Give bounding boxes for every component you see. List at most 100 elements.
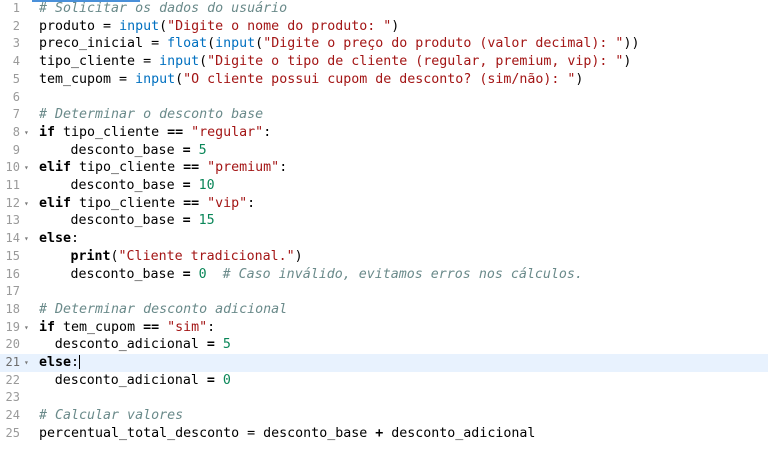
code-line[interactable]: 14 ▾ else: xyxy=(0,230,768,248)
token-plain: desconto_base xyxy=(70,266,183,282)
token-num: 5 xyxy=(222,337,231,353)
line-number: 22 xyxy=(5,372,20,387)
line-code[interactable]: # Calcular valores xyxy=(39,407,183,425)
line-number: 16 xyxy=(5,266,20,281)
line-number: 15 xyxy=(5,248,20,263)
code-line[interactable]: 21 ▾ else: xyxy=(0,354,768,372)
code-line[interactable]: 3 preco_inicial = float(input("Digite o p… xyxy=(0,35,768,53)
code-line[interactable]: 23 xyxy=(0,389,768,407)
token-plain: : xyxy=(207,319,216,335)
token-kw: if xyxy=(39,124,56,140)
token-comment: # Calcular valores xyxy=(39,408,184,424)
line-code[interactable]: desconto_base = 15 xyxy=(71,212,215,230)
code-line[interactable]: 8 ▾ if tipo_cliente == "regular": xyxy=(0,124,768,142)
line-code[interactable]: if tem_cupom == "sim": xyxy=(39,319,215,337)
line-code[interactable]: elif tipo_cliente == "premium": xyxy=(39,159,287,177)
line-number: 10 xyxy=(5,160,20,175)
token-kw: print xyxy=(70,248,111,264)
code-line[interactable]: 10 ▾ elif tipo_cliente == "premium": xyxy=(0,159,768,177)
line-code[interactable]: if tipo_cliente == "regular": xyxy=(39,124,271,142)
code-line[interactable]: 24 # Calcular valores xyxy=(0,407,768,425)
line-number: 23 xyxy=(5,390,20,405)
token-comment: # Determinar desconto adicional xyxy=(39,301,288,317)
line-code[interactable]: else: xyxy=(39,354,81,372)
line-code[interactable]: # Determinar o desconto base xyxy=(39,106,263,124)
code-line[interactable]: 19 ▾ if tem_cupom == "sim": xyxy=(0,319,768,337)
code-line[interactable]: 1 # Solicitar os dados do usuário xyxy=(0,0,768,18)
fold-toggle-icon[interactable]: ▾ xyxy=(24,230,29,248)
code-line[interactable]: 16 desconto_base = 0 # Caso inválido, evi… xyxy=(0,266,768,284)
code-line[interactable]: 17 xyxy=(0,283,768,301)
line-code[interactable]: # Determinar desconto adicional xyxy=(39,301,287,319)
token-kw: else xyxy=(39,355,72,370)
line-code[interactable]: desconto_adicional = 0 xyxy=(55,372,231,390)
token-kw: = xyxy=(182,142,191,158)
token-str: "Digite o preço do produto (valor decima… xyxy=(263,36,624,52)
line-code[interactable]: percentual_total_desconto = desconto_bas… xyxy=(39,425,535,443)
line-code[interactable]: desconto_base = 0 # Caso inválido, evita… xyxy=(71,266,583,284)
code-line[interactable]: 7 # Determinar o desconto base xyxy=(0,106,768,124)
code-line[interactable]: 25 percentual_total_desconto = desconto_b… xyxy=(0,425,768,443)
token-kw: elif xyxy=(39,195,72,211)
code-line[interactable]: 22 desconto_adicional = 0 xyxy=(0,372,768,390)
code-line[interactable]: 6 xyxy=(0,89,768,107)
token-plain: preco_inicial = xyxy=(39,36,168,52)
token-plain: : xyxy=(279,160,288,176)
token-str: "Digite o nome do produto: " xyxy=(167,18,392,34)
line-code[interactable]: desconto_base = 10 xyxy=(71,177,215,195)
token-plain: : xyxy=(71,231,80,247)
token-num: 0 xyxy=(222,372,231,388)
code-line[interactable]: 18 # Determinar desconto adicional xyxy=(0,301,768,319)
line-number: 20 xyxy=(5,337,20,352)
token-str: "sim" xyxy=(167,319,208,335)
fold-toggle-icon[interactable]: ▾ xyxy=(24,124,29,142)
line-code[interactable]: print("Cliente tradicional.") xyxy=(71,248,303,266)
code-line[interactable]: 15 print("Cliente tradicional.") xyxy=(0,248,768,266)
code-line[interactable]: 11 desconto_base = 10 xyxy=(0,177,768,195)
token-plain: ( xyxy=(255,36,264,52)
code-line[interactable]: 12 ▾ elif tipo_cliente == "vip": xyxy=(0,195,768,213)
token-num: 15 xyxy=(198,213,215,229)
token-plain: : xyxy=(247,195,256,211)
line-code[interactable]: else: xyxy=(39,230,79,248)
fold-toggle-icon[interactable]: ▾ xyxy=(24,354,29,372)
line-code[interactable]: elif tipo_cliente == "vip": xyxy=(39,195,255,213)
token-str: "Digite o tipo de cliente (regular, prem… xyxy=(207,54,624,70)
line-number: 19 xyxy=(5,319,20,334)
token-kw: == xyxy=(143,319,160,335)
token-plain: )) xyxy=(623,36,640,52)
code-line[interactable]: 13 desconto_base = 15 xyxy=(0,212,768,230)
token-plain: ( xyxy=(199,54,208,70)
line-code[interactable]: preco_inicial = float(input("Digite o pr… xyxy=(39,35,639,53)
token-plain: ) xyxy=(575,71,584,87)
line-code[interactable]: tipo_cliente = input("Digite o tipo de c… xyxy=(39,53,631,71)
line-number: 13 xyxy=(5,213,20,228)
line-code[interactable]: desconto_base = 5 xyxy=(71,142,207,160)
token-plain: desconto_adicional xyxy=(54,337,207,353)
line-code[interactable]: tem_cupom = input("O cliente possui cupo… xyxy=(39,71,583,89)
code-line[interactable]: 9 desconto_base = 5 xyxy=(0,142,768,160)
token-num: 10 xyxy=(198,178,215,193)
line-number: 11 xyxy=(5,178,20,192)
token-str: "O cliente possui cupom de desconto? (si… xyxy=(183,71,576,87)
code-editor[interactable]: 1 # Solicitar os dados do usuário 2 produto… xyxy=(0,0,768,452)
fold-toggle-icon[interactable]: ▾ xyxy=(24,195,29,213)
token-fn: input xyxy=(119,18,160,34)
code-line[interactable]: 20 desconto_adicional = 5 xyxy=(0,336,768,354)
line-code[interactable]: # Solicitar os dados do usuário xyxy=(39,0,287,18)
line-code[interactable]: desconto_adicional = 5 xyxy=(55,336,231,354)
line-code[interactable]: produto = input("Digite o nome do produt… xyxy=(39,18,399,36)
token-plain: desconto_base xyxy=(70,142,183,158)
token-num: 5 xyxy=(198,142,207,158)
token-plain: tipo_cliente xyxy=(71,160,184,176)
line-number: 7 xyxy=(12,107,20,122)
line-number: 8 xyxy=(12,124,20,139)
token-plain: percentual_total_desconto = desconto_bas… xyxy=(39,425,376,441)
fold-toggle-icon[interactable]: ▾ xyxy=(24,319,29,337)
code-line[interactable]: 4 tipo_cliente = input("Digite o tipo de … xyxy=(0,53,768,71)
token-kw: = xyxy=(182,266,191,282)
code-line[interactable]: 2 produto = input("Digite o nome do produ… xyxy=(0,18,768,36)
token-plain: desconto_base xyxy=(70,213,183,229)
fold-toggle-icon[interactable]: ▾ xyxy=(24,159,29,177)
code-line[interactable]: 5 tem_cupom = input("O cliente possui cup… xyxy=(0,71,768,89)
